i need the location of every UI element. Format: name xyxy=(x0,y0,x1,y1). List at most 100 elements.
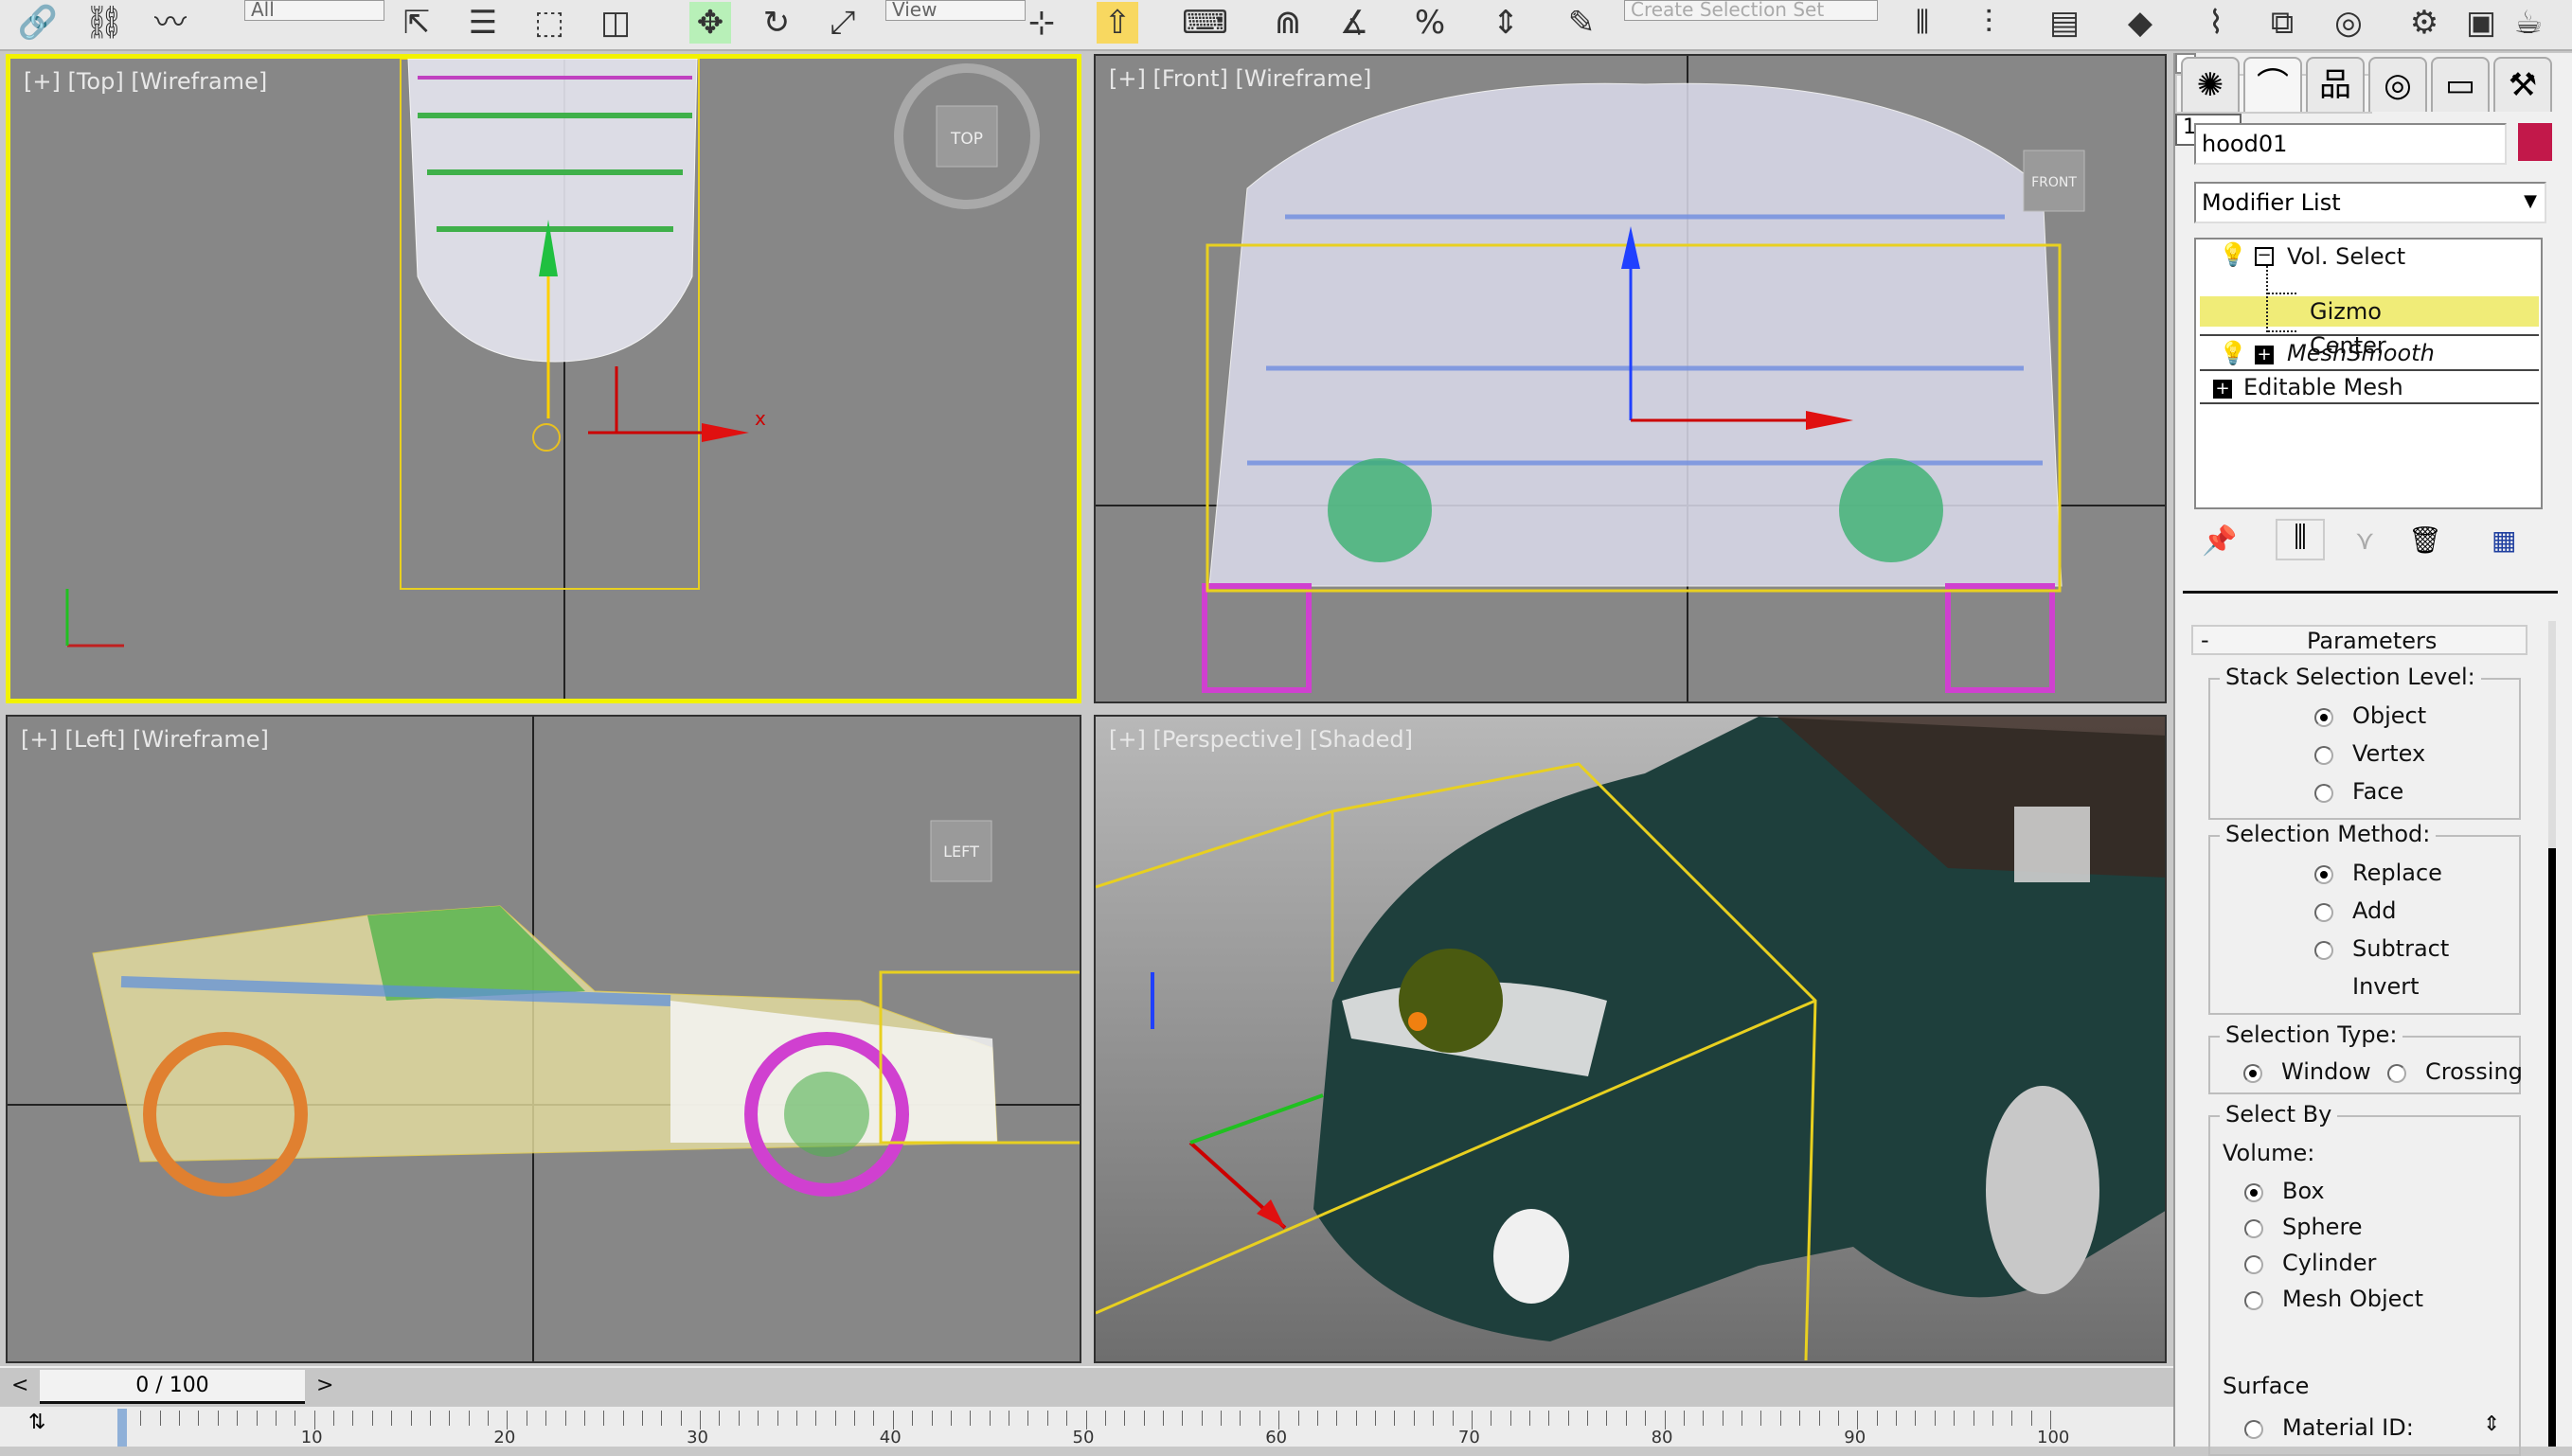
mirror-icon[interactable]: ⫴ xyxy=(1902,2,1943,44)
make-unique-icon[interactable]: ⋎ xyxy=(2355,524,2375,556)
prev-frame-button[interactable]: < xyxy=(11,1374,28,1397)
object-name-input[interactable]: hood01 xyxy=(2194,123,2507,165)
radio-material-id[interactable] xyxy=(2244,1420,2263,1439)
svg-text:LEFT: LEFT xyxy=(943,843,979,861)
bind-space-warp-icon[interactable]: 〰 xyxy=(150,2,191,44)
snap-toggle-icon[interactable]: ⋒ xyxy=(1267,2,1309,44)
spinner-snap-icon[interactable]: ⇕ xyxy=(1485,2,1527,44)
next-frame-button[interactable]: > xyxy=(316,1374,333,1397)
expand-icon[interactable]: + xyxy=(2213,380,2232,399)
frame-tick xyxy=(159,1411,161,1426)
frame-tick xyxy=(313,1411,315,1429)
track-bar[interactable]: ⇅ 10 20 30 40 50 60 70 80 90 100 xyxy=(0,1407,2173,1447)
material-editor-icon[interactable]: ◎ xyxy=(2328,2,2369,44)
lightbulb-icon[interactable]: 💡 xyxy=(2219,340,2247,366)
curve-editor-icon[interactable]: ⌇ xyxy=(2195,2,2237,44)
pivot-icon[interactable]: ⊹ xyxy=(1021,2,1063,44)
show-end-result-icon[interactable]: ⫼ xyxy=(2276,519,2325,560)
radio-object[interactable] xyxy=(2314,708,2333,727)
tab-display-icon[interactable]: ▭ xyxy=(2431,57,2490,112)
viewport-label[interactable]: [+] [Top] [Wireframe] xyxy=(24,68,267,95)
render-setup-icon[interactable]: ⚙ xyxy=(2403,2,2445,44)
panel-scrollbar[interactable] xyxy=(2548,621,2556,1447)
select-rotate-icon[interactable]: ↻ xyxy=(756,2,797,44)
tab-utilities-icon[interactable]: ⚒ xyxy=(2493,57,2552,112)
remove-modifier-icon[interactable]: 🗑 xyxy=(2408,524,2442,556)
viewport-top[interactable]: x TOP [+] [Top] [Wireframe] xyxy=(6,54,1081,703)
radio-mesh-object[interactable] xyxy=(2244,1291,2263,1310)
reference-coordinate-dropdown[interactable]: View xyxy=(885,0,1026,21)
align-icon[interactable]: ⫶ xyxy=(1968,2,2009,44)
named-selection-set-input[interactable]: Create Selection Set xyxy=(1624,0,1878,21)
radio-replace[interactable] xyxy=(2314,865,2333,884)
select-by-name-icon[interactable]: ☰ xyxy=(462,2,504,44)
tab-create-icon[interactable]: ✺ xyxy=(2181,57,2240,112)
viewport-label[interactable]: [+] [Perspective] [Shaded] xyxy=(1109,726,1413,753)
render-icon[interactable]: ☕ xyxy=(2508,2,2549,44)
frame-label: 90 xyxy=(1844,1428,1866,1447)
viewport-left[interactable]: LEFT [+] [Left] [Wireframe] xyxy=(6,715,1081,1363)
select-scale-icon[interactable]: ⤢ xyxy=(822,2,864,44)
keyboard-shortcut-icon[interactable]: ⌨ xyxy=(1182,2,1228,44)
frame-tick xyxy=(1837,1411,1839,1426)
frame-tick xyxy=(641,1411,643,1426)
radio-label: Subtract xyxy=(2352,935,2450,962)
command-panel: ✺ ⌒ 品 ◎ ▭ ⚒ hood01 Modifier List ▼ 💡 − Vol. S… xyxy=(2173,53,2572,1456)
radio-label: Replace xyxy=(2352,860,2442,886)
pin-stack-icon[interactable]: 📌 xyxy=(2202,524,2237,558)
collapse-icon[interactable]: − xyxy=(2255,247,2274,266)
window-crossing-icon[interactable]: ◫ xyxy=(595,2,636,44)
schematic-view-icon[interactable]: ⧉ xyxy=(2261,2,2303,44)
tab-modify-icon[interactable]: ⌒ xyxy=(2243,57,2302,112)
link-icon[interactable]: 🔗 xyxy=(17,2,59,44)
time-slider[interactable]: 0 / 100 xyxy=(40,1370,305,1404)
radio-subtract[interactable] xyxy=(2314,941,2333,960)
select-object-icon[interactable]: ⇱ xyxy=(396,2,438,44)
viewport-label[interactable]: [+] [Front] [Wireframe] xyxy=(1109,65,1371,92)
modifier-list-dropdown[interactable]: Modifier List ▼ xyxy=(2194,182,2546,223)
manipulate-icon[interactable]: ⇧ xyxy=(1097,2,1138,44)
stack-item-editable-mesh[interactable]: Editable Mesh xyxy=(2243,374,2403,400)
expand-icon[interactable]: + xyxy=(2255,346,2274,364)
parameters-rollout-header[interactable]: - Parameters xyxy=(2191,625,2527,655)
angle-snap-icon[interactable]: ∡ xyxy=(1333,2,1375,44)
group-title: Select By xyxy=(2220,1101,2338,1128)
stack-item-gizmo[interactable]: Gizmo xyxy=(2310,298,2382,325)
frame-tick xyxy=(488,1411,490,1426)
object-color-swatch[interactable] xyxy=(2518,123,2552,161)
radio-cylinder[interactable] xyxy=(2244,1255,2263,1274)
radio-box[interactable] xyxy=(2244,1183,2263,1202)
selection-filter-dropdown[interactable]: All xyxy=(244,0,384,21)
configure-modifier-sets-icon[interactable]: ▦ xyxy=(2492,524,2516,556)
percent-snap-icon[interactable]: % xyxy=(1409,2,1451,44)
curve-editor-toggle-icon[interactable]: ⇅ xyxy=(28,1411,45,1434)
layer-manager-icon[interactable]: ▤ xyxy=(2044,2,2085,44)
viewport-front[interactable]: FRONT [+] [Front] [Wireframe] xyxy=(1094,54,2167,703)
frame-tick xyxy=(583,1411,585,1426)
material-id-spinner[interactable]: ⇕ xyxy=(2483,1412,2500,1436)
radio-vertex[interactable] xyxy=(2314,746,2333,765)
current-frame-marker[interactable] xyxy=(117,1409,127,1447)
viewport-label[interactable]: [+] [Left] [Wireframe] xyxy=(21,726,269,753)
edit-named-sets-icon[interactable]: ✎ xyxy=(1561,2,1602,44)
frame-tick xyxy=(1915,1411,1917,1426)
frame-tick xyxy=(1818,1411,1820,1426)
frame-tick xyxy=(2011,1411,2013,1426)
unlink-icon[interactable]: ⛓ xyxy=(83,2,125,44)
rect-region-icon[interactable]: ⬚ xyxy=(528,2,570,44)
radio-face[interactable] xyxy=(2314,784,2333,803)
graphite-icon[interactable]: ◆ xyxy=(2119,2,2161,44)
tab-motion-icon[interactable]: ◎ xyxy=(2368,57,2427,112)
stack-item-meshsmooth[interactable]: MeshSmooth xyxy=(2287,340,2435,366)
viewport-perspective[interactable]: [+] [Perspective] [Shaded] xyxy=(1094,715,2167,1363)
stack-item-vol-select[interactable]: Vol. Select xyxy=(2287,243,2405,270)
radio-window[interactable] xyxy=(2243,1064,2262,1083)
lightbulb-icon[interactable]: 💡 xyxy=(2219,241,2247,268)
select-move-icon[interactable]: ✥ xyxy=(689,2,731,44)
radio-add[interactable] xyxy=(2314,903,2333,922)
radio-crossing[interactable] xyxy=(2387,1064,2406,1083)
tab-hierarchy-icon[interactable]: 品 xyxy=(2306,57,2365,112)
frame-tick xyxy=(1567,1411,1569,1426)
radio-sphere[interactable] xyxy=(2244,1219,2263,1238)
render-frame-icon[interactable]: ▣ xyxy=(2460,2,2502,44)
